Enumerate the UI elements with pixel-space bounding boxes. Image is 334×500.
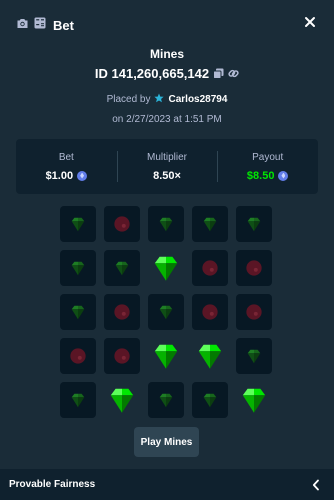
modal-header: Bet <box>0 0 334 46</box>
payout-label: Payout <box>252 151 284 163</box>
gem-icon <box>71 305 85 320</box>
game-title: Mines <box>149 47 184 61</box>
calculator-icon[interactable] <box>34 16 46 34</box>
mines-tile <box>192 206 228 242</box>
mine-icon <box>114 348 130 364</box>
provable-fairness-bar[interactable]: Provable Fairness <box>0 469 334 500</box>
mines-tile <box>104 338 140 374</box>
bet-date: on 2/27/2023 at 1:51 PM <box>112 114 222 125</box>
gem-icon <box>242 388 266 413</box>
gem-icon <box>71 261 85 276</box>
close-button[interactable] <box>302 14 318 30</box>
mines-tile <box>192 382 228 418</box>
placed-by-label: Placed by <box>106 94 151 105</box>
mine-icon <box>114 304 130 320</box>
mines-tile <box>60 206 96 242</box>
gem-icon <box>198 344 222 369</box>
stat-bet: Bet $1.00 <box>16 139 117 194</box>
mines-tile <box>236 338 272 374</box>
mines-tile <box>236 294 272 330</box>
stat-payout: Payout $8.50 <box>217 139 318 194</box>
mines-tile <box>148 250 184 286</box>
gem-icon <box>115 261 129 276</box>
eth-coin-icon <box>77 170 88 181</box>
mines-tile <box>104 294 140 330</box>
header-left: Bet <box>16 16 74 34</box>
mine-icon <box>202 304 218 320</box>
mine-icon <box>202 260 218 276</box>
mines-tile <box>236 382 272 418</box>
provable-fairness-label: Provable Fairness <box>9 479 96 490</box>
eth-coin-icon <box>278 170 289 181</box>
bet-value: $1.00 <box>45 169 74 182</box>
mines-tile <box>236 206 272 242</box>
play-mines-button[interactable]: Play Mines <box>134 427 199 457</box>
mines-tile <box>104 206 140 242</box>
mines-tile <box>60 294 96 330</box>
multiplier-value: 8.50× <box>153 169 181 182</box>
gem-icon <box>154 344 178 369</box>
username-link[interactable]: Carlos28794 <box>168 94 227 105</box>
mines-tile <box>104 382 140 418</box>
bet-label: Bet <box>58 151 74 163</box>
gem-icon <box>203 217 217 232</box>
mines-tile <box>60 250 96 286</box>
gem-icon <box>110 388 134 413</box>
user-star-icon <box>154 93 165 106</box>
close-icon <box>305 17 315 27</box>
bet-id-row: ID 141,260,665,142 <box>0 66 334 81</box>
mines-tile <box>192 294 228 330</box>
stat-multiplier: Multiplier 8.50× <box>116 139 218 194</box>
gem-icon <box>159 305 173 320</box>
mines-tile <box>192 338 228 374</box>
mines-tile <box>104 250 140 286</box>
link-icon[interactable] <box>228 68 239 79</box>
mines-tile <box>148 206 184 242</box>
mine-icon <box>246 260 262 276</box>
camera-icon[interactable] <box>16 16 29 34</box>
payout-value: $8.50 <box>246 169 275 182</box>
gem-icon <box>247 217 261 232</box>
bet-stats-panel: Bet $1.00 Multiplier 8.50× Payout $8.50 <box>16 139 318 194</box>
mines-tile <box>60 382 96 418</box>
mines-tile <box>192 250 228 286</box>
gem-icon <box>203 393 217 408</box>
bet-value-row: $1.00 <box>46 170 88 182</box>
gem-icon <box>159 217 173 232</box>
mines-tile <box>148 338 184 374</box>
mines-tile <box>60 338 96 374</box>
copy-icon[interactable] <box>213 68 224 79</box>
mines-grid <box>60 206 272 418</box>
payout-value-row: $8.50 <box>247 170 289 182</box>
mine-icon <box>70 348 86 364</box>
multiplier-label: Multiplier <box>147 151 188 163</box>
mine-icon <box>246 304 262 320</box>
bet-id: ID 141,260,665,142 <box>94 66 210 81</box>
placed-by-row: Placed by Carlos28794 <box>0 93 334 106</box>
gem-icon <box>71 393 85 408</box>
gem-icon <box>247 349 261 364</box>
gem-icon <box>154 256 178 281</box>
mine-icon <box>114 216 130 232</box>
gem-icon <box>159 393 173 408</box>
bet-modal: Bet Mines ID 141,260,665,142 Placed by C… <box>0 0 334 500</box>
mines-tile <box>148 382 184 418</box>
mines-tile <box>148 294 184 330</box>
gem-icon <box>71 217 85 232</box>
modal-title: Bet <box>53 17 74 33</box>
chevron-left-icon[interactable] <box>312 478 320 496</box>
mines-tile <box>236 250 272 286</box>
